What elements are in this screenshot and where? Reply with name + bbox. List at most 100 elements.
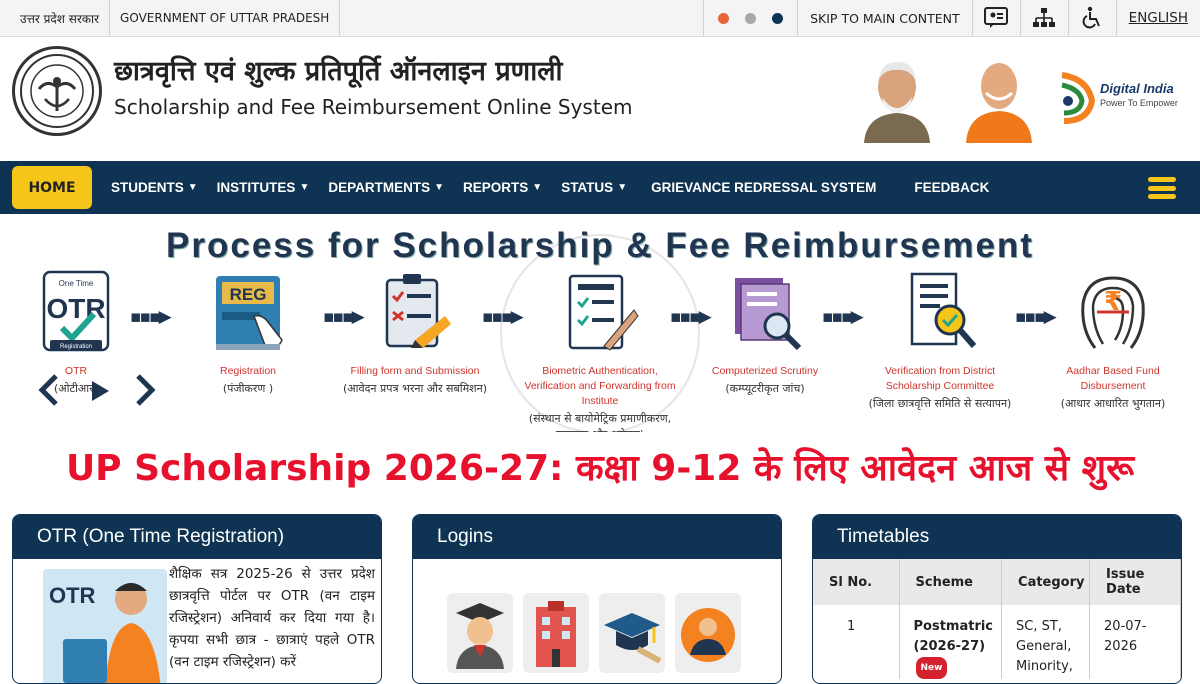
process-arrow-icon: ▪▪▪▶ [130,307,172,327]
step-label-en: Aadhar Based Fund Disbursement [1066,365,1160,392]
emblem-icon [20,54,94,128]
nav-institutes[interactable]: INSTITUTES ▼ [217,180,310,195]
step-label-en: Biometric Authentication, Verification a… [524,365,676,407]
institute-building-icon [536,601,576,667]
step-label-hi: (संस्थान से बायोमेट्रिक प्रमाणीकरण, सत्य… [528,412,672,432]
step-label-hi: (जिला छात्रवृत्ति समिति से सत्यापन) [868,397,1012,410]
scheme-link[interactable]: Postmatric (2026-27) [914,619,994,654]
column-header: Issue Date [1089,559,1181,605]
registration-icon: REG [216,276,283,350]
scheme-cell[interactable]: Postmatric (2026-27) New [899,605,1003,679]
theme-orange-button[interactable] [718,12,730,24]
nav-reports[interactable]: REPORTS ▼ [463,180,542,195]
screen-reader-icon [984,7,1009,28]
chevron-right-icon [136,374,156,406]
nav-grievance[interactable]: GRIEVANCE REDRESSAL SYSTEM [651,180,876,195]
timetables-table: Sl No. Scheme Category Issue Date 1 Post… [813,559,1181,679]
screen-reader-button[interactable] [973,0,1021,36]
nav-feedback[interactable]: FEEDBACK [914,180,989,195]
nav-home-button[interactable]: HOME [12,166,92,209]
nav-students-label: STUDENTS [111,180,184,195]
reg-icon-text: REG [230,285,267,304]
column-header: Scheme [899,559,1003,605]
date-cell: 20-07-2026 [1089,605,1181,679]
institute-login-tile[interactable] [523,593,589,673]
accessibility-button[interactable] [1069,0,1117,36]
theme-blue-button[interactable] [772,12,784,24]
student-graduate-icon [456,603,504,669]
gov-english-label: GOVERNMENT OF UTTAR PRADESH [110,0,341,36]
otr-icon-bottom-text: Registration [60,344,92,350]
nav-grievance-label: GRIEVANCE REDRESSAL SYSTEM [651,180,877,195]
table-row: 1 Postmatric (2026-27) New SC, ST, Gener… [813,605,1181,679]
banner-title: Process for Scholarship & Fee Reimbursem… [166,226,1034,265]
otr-icon-text: OTR [46,293,105,324]
officer-login-tile[interactable] [675,593,741,673]
hamburger-menu-icon[interactable] [1148,177,1176,199]
student-login-tile[interactable] [447,593,513,673]
scrutiny-magnifier-icon [735,278,802,351]
accessibility-icon [1082,6,1101,29]
nav-status[interactable]: STATUS ▼ [561,180,627,195]
process-arrow-icon: ▪▪▪▶ [482,307,524,327]
digital-india-icon [1061,72,1096,124]
sitemap-icon [1033,8,1056,27]
chevron-down-icon: ▼ [187,182,198,193]
otr-icon: One Time OTR Registration [42,270,110,352]
svg-text:₹: ₹ [1104,287,1122,317]
theme-switcher [703,0,799,36]
main-navigation: HOME STUDENTS ▼ INSTITUTES ▼ DEPARTMENTS ▼ … [0,161,1200,214]
digital-india-logo[interactable]: Digital India Power To Empower [1054,71,1184,125]
step-label-hi: (पंजीकरण ) [222,382,274,395]
process-step-otr: One Time OTR Registration OTR (ओटीआर) [1,270,151,397]
sl-cell: 1 [813,605,900,679]
biometric-document-icon [568,274,639,351]
step-label-en: Computerized Scrutiny [711,365,819,377]
up-government-emblem[interactable] [12,46,102,136]
step-label-hi: (कम्प्यूटरीकृत जांच) [725,382,805,395]
step-label-en: Verification from District Scholarship C… [884,365,996,392]
carousel-play-button[interactable] [90,380,110,406]
play-icon [92,381,109,401]
process-banner-carousel: Process for Scholarship & Fee Reimbursem… [0,214,1200,432]
process-step-registration: REG Registration (पंजीकरण ) [173,270,323,397]
nav-departments[interactable]: DEPARTMENTS ▼ [328,180,444,195]
digital-india-text: Digital India [1100,81,1174,96]
skip-to-main-content-link[interactable]: SKIP TO MAIN CONTENT [798,0,973,36]
graduation-cap-icon [604,613,662,664]
nav-institutes-label: INSTITUTES [216,180,296,195]
site-title-english: Scholarship and Fee Reimbursement Online… [114,95,633,119]
sitemap-button[interactable] [1021,0,1069,36]
theme-grey-button[interactable] [745,12,757,24]
otr-illustration[interactable]: OTR [43,569,167,683]
otr-illustration-text: OTR [49,583,96,608]
otr-icon-top-text: One Time [59,279,94,288]
process-step-aadhar-disbursement: ₹ Aadhar Based Fund Disbursement (आधार आ… [1038,270,1188,412]
carousel-next-button[interactable] [134,372,156,412]
timetables-card-title: Timetables [813,515,1181,559]
column-header: Category [1001,559,1091,605]
scholarship-login-tile[interactable] [599,593,665,673]
nav-feedback-label: FEEDBACK [914,180,990,195]
verification-search-icon [910,272,977,348]
nav-students[interactable]: STUDENTS ▼ [111,180,198,195]
site-title-hindi: छात्रवृत्ति एवं शुल्क प्रतिपूर्ति ऑनलाइन… [114,56,563,87]
process-step-district-verification: Verification from District Scholarship C… [865,270,1015,412]
chevron-down-icon: ▼ [434,182,445,193]
fingerprint-icon: ₹ [1081,276,1145,349]
step-label-hi: (आधार आधारित भुगतान) [1060,397,1166,410]
nav-status-label: STATUS [561,180,614,195]
otr-card-title: OTR (One Time Registration) [13,515,381,559]
language-english-link[interactable]: ENGLISH [1117,0,1200,36]
category-cell: SC, ST, General, Minority, [1001,605,1091,679]
process-arrow-icon: ▪▪▪▶ [822,307,864,327]
process-step-scrutiny: Computerized Scrutiny (कम्प्यूटरीकृत जां… [690,270,840,397]
step-label-en: OTR [64,365,88,377]
carousel-prev-button[interactable] [38,372,60,412]
step-label-hi: (ओटीआर) [54,382,98,395]
step-label-en: Registration [219,365,277,377]
nav-departments-label: DEPARTMENTS [328,180,431,195]
digital-india-tagline: Power To Empower [1100,98,1178,108]
logins-card: Logins [412,514,782,684]
logins-card-title: Logins [413,515,781,559]
